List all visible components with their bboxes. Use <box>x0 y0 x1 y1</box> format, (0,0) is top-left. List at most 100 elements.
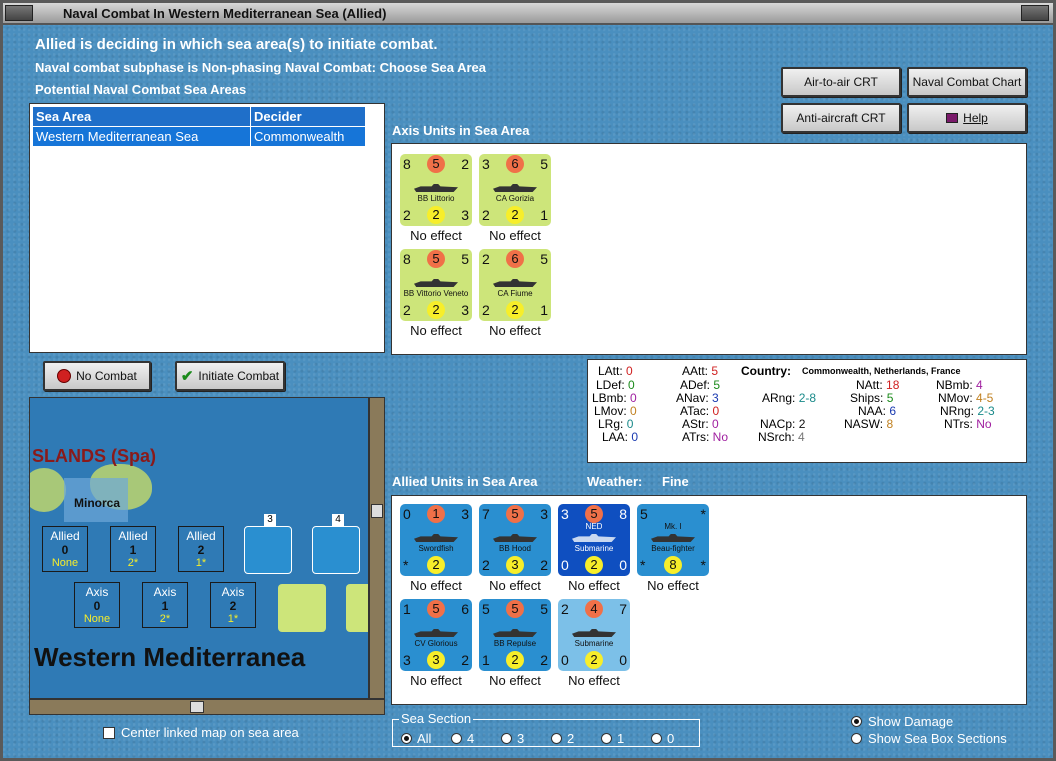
unit-stat-bottom-left: 0 <box>561 652 569 668</box>
unit-counter[interactable]: 5 * * 8 * Beau-fighter Mk. I <box>637 504 709 576</box>
unit-counter[interactable]: 8 5 2 2 2 3 BB Littorio <box>400 154 472 226</box>
subphase-message: Naval combat subphase is Non-phasing Nav… <box>35 60 487 75</box>
stat-nrng: NRng: 2-3 <box>940 404 995 418</box>
checkmark-icon: ✔ <box>180 368 194 385</box>
map-counter-partial[interactable] <box>346 584 368 632</box>
scroll-thumb[interactable] <box>371 504 383 518</box>
unit-counter[interactable]: 7 5 3 2 3 2 BB Hood <box>479 504 551 576</box>
unit-counter[interactable]: 3 6 5 2 2 1 CA Gorizia <box>479 154 551 226</box>
window-menu-icon[interactable] <box>5 5 33 21</box>
radio[interactable] <box>551 733 562 744</box>
stat-latt: LAtt: 0 <box>598 364 633 378</box>
radio[interactable] <box>651 733 662 744</box>
show-sea-box-label: Show Sea Box Sections <box>868 731 1007 746</box>
unit-stat-top-right: 2 <box>461 156 469 172</box>
sea-section-all[interactable]: All <box>401 731 431 746</box>
radio-selected[interactable] <box>851 716 862 727</box>
radio[interactable] <box>451 733 462 744</box>
unit-name: BB Hood <box>498 544 532 553</box>
unit-counter[interactable]: 2 4 7 0 2 0 Submarine <box>558 599 630 671</box>
radio[interactable] <box>501 733 512 744</box>
sea-section-0[interactable]: 0 <box>651 731 674 746</box>
unit-counter[interactable]: 8 5 5 2 2 3 BB Vittorio Veneto <box>400 249 472 321</box>
box-num: 2 <box>229 599 237 613</box>
unit-stat-top-left: 1 <box>403 601 411 617</box>
unit-stat-bottom-right: 2 <box>540 652 548 668</box>
unit-stat-top-center: 5 <box>506 505 524 523</box>
unit-counter[interactable]: 1 5 6 3 3 2 CV Glorious <box>400 599 472 671</box>
unit-stat-top-left: 2 <box>561 601 569 617</box>
table-row[interactable]: Western Mediterranean Sea Commonwealth <box>32 126 366 147</box>
minorca-label: Minorca <box>74 496 121 510</box>
radio[interactable] <box>851 733 862 744</box>
axis-units-panel: 8 5 2 2 2 3 BB Littorio No effect 3 6 5 2 2 1 CA Goriz… <box>391 143 1027 355</box>
allied-sea-box-2[interactable]: Allied 2 1* <box>178 526 224 572</box>
allied-sea-box-1[interactable]: Allied 1 2* <box>110 526 156 572</box>
sea-section-4[interactable]: 4 <box>451 731 474 746</box>
sea-area-table: Sea Area Decider Western Mediterranean S… <box>29 103 385 353</box>
unit-stat-bottom-left: 2 <box>482 302 490 318</box>
box-side: Allied <box>118 529 148 543</box>
radio-label: 2 <box>567 731 575 746</box>
radio-selected[interactable] <box>401 733 412 744</box>
map-horizontal-scrollbar[interactable] <box>29 699 385 715</box>
radio[interactable] <box>601 733 612 744</box>
unit-effect: No effect <box>410 228 462 243</box>
unit-counter[interactable]: 5 5 5 1 2 2 BB Repulse <box>479 599 551 671</box>
col-header-decider: Decider <box>250 106 366 127</box>
no-combat-button[interactable]: No Combat <box>43 361 151 391</box>
allied-sea-box-0[interactable]: Allied 0 None <box>42 526 88 572</box>
sea-section-legend: Sea Section <box>399 711 474 726</box>
checkbox-box[interactable] <box>103 726 115 739</box>
unit-stat-bottom-center: 2 <box>427 301 445 319</box>
box-val: 2* <box>159 613 171 625</box>
unit-counter[interactable]: 3 5 8 0 2 0 Submarine NED <box>558 504 630 576</box>
map-counter-swordfish[interactable] <box>312 526 360 574</box>
map-vertical-scrollbar[interactable] <box>369 397 385 699</box>
ship-silhouette-icon <box>493 629 537 637</box>
map-counter-beaufighter[interactable] <box>244 526 292 574</box>
unit-stat-top-center: 5 <box>506 600 524 618</box>
weather-label: Weather: <box>587 474 643 489</box>
sea-section-3[interactable]: 3 <box>501 731 524 746</box>
sea-area-cell[interactable]: Western Mediterranean Sea <box>32 126 251 147</box>
initiate-combat-button[interactable]: ✔ Initiate Combat <box>175 361 285 391</box>
title-bar: Naval Combat In Western Mediterranean Se… <box>3 3 1053 25</box>
help-button[interactable]: Help <box>907 103 1027 133</box>
box-side: Axis <box>85 585 109 599</box>
unit-stat-bottom-center: 2 <box>506 301 524 319</box>
scroll-thumb[interactable] <box>190 701 204 713</box>
ship-silhouette-icon <box>414 279 458 287</box>
sea-section-2[interactable]: 2 <box>551 731 574 746</box>
unit-stat-top-left: 3 <box>482 156 490 172</box>
box-side: Allied <box>186 529 216 543</box>
unit-effect: No effect <box>410 323 462 338</box>
stat-aatt: AAtt: 5 <box>682 364 719 378</box>
unit-stat-top-center: 5 <box>427 155 445 173</box>
center-map-checkbox[interactable]: Center linked map on sea area <box>103 725 299 740</box>
axis-sea-box-1[interactable]: Axis 1 2* <box>142 582 188 628</box>
close-window-icon[interactable] <box>1021 5 1049 21</box>
sea-section-1[interactable]: 1 <box>601 731 624 746</box>
box-num: 2 <box>197 543 205 557</box>
air-to-air-crt-button[interactable]: Air-to-air CRT <box>781 67 901 97</box>
axis-sea-box-0[interactable]: Axis 0 None <box>74 582 120 628</box>
unit-stat-top-center: 5 <box>427 600 445 618</box>
unit-counter[interactable]: 2 6 5 2 2 1 CA Fiume <box>479 249 551 321</box>
unit-stat-bottom-center: 3 <box>506 556 524 574</box>
unit-stat-bottom-center: 2 <box>427 556 445 574</box>
unit-stat-bottom-center: 2 <box>506 206 524 224</box>
naval-combat-chart-button[interactable]: Naval Combat Chart <box>907 67 1027 97</box>
decider-cell[interactable]: Commonwealth <box>250 126 366 147</box>
unit-stat-bottom-center: 2 <box>506 651 524 669</box>
axis-sea-box-2[interactable]: Axis 2 1* <box>210 582 256 628</box>
unit-name: Beau-fighter <box>651 544 695 553</box>
linked-map[interactable]: SLANDS (Spa) Minorca Allied 0 None Allied 1… <box>29 397 369 699</box>
stats-panel: LAtt: 0 LDef: 0 LBmb: 0 LMov: 0 LRg: 0 L… <box>587 359 1027 463</box>
anti-aircraft-crt-button[interactable]: Anti-aircraft CRT <box>781 103 901 133</box>
show-damage-radio[interactable]: Show Damage <box>851 714 953 729</box>
ship-silhouette-icon <box>572 534 616 542</box>
map-counter-ca-fiume[interactable] <box>278 584 326 632</box>
unit-counter[interactable]: 0 1 3 * 2 Swordfish <box>400 504 472 576</box>
show-sea-box-radio[interactable]: Show Sea Box Sections <box>851 731 1007 746</box>
